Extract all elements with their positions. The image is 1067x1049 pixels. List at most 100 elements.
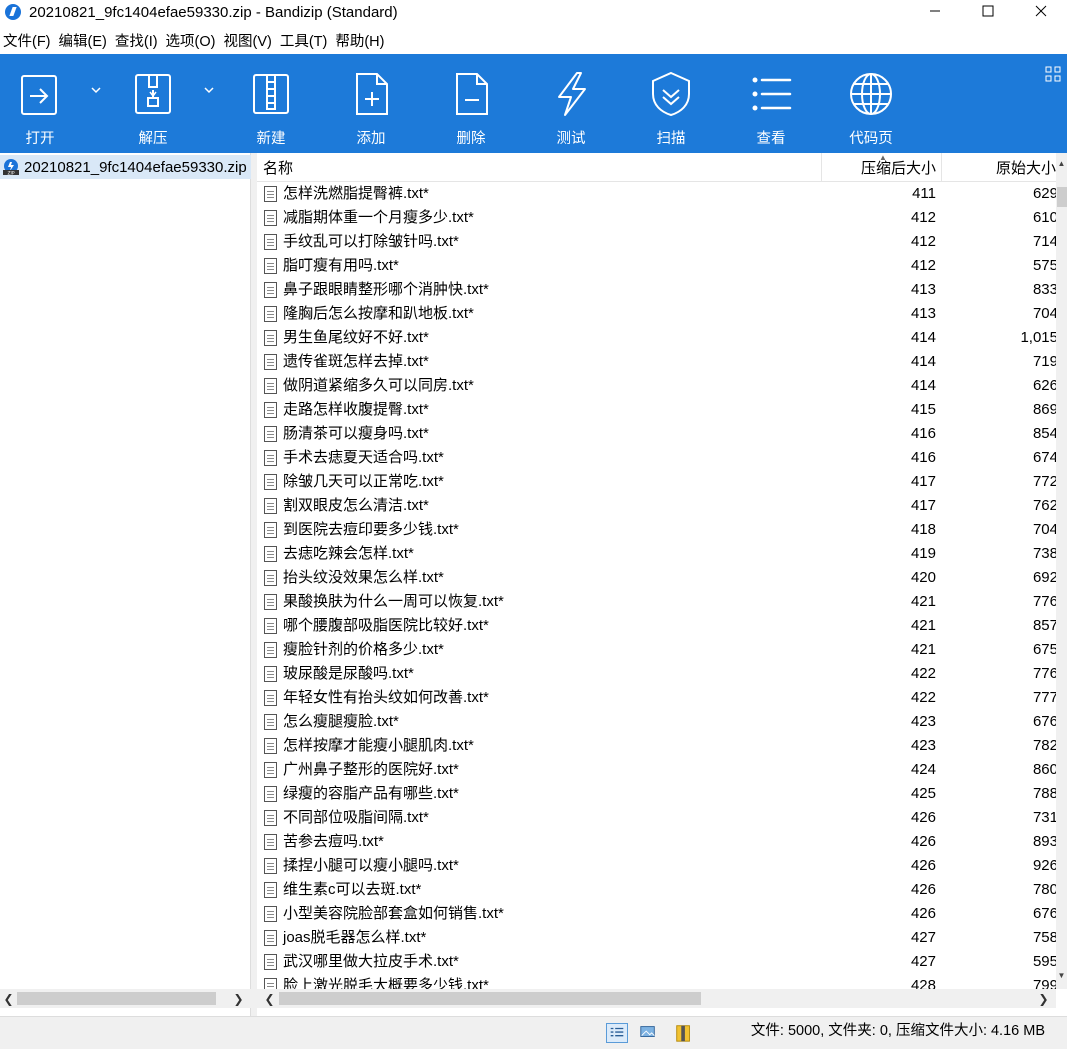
table-row[interactable]: 绿瘦的容脂产品有哪些.txt* 425 788 [257, 782, 1056, 806]
table-row[interactable]: 割双眼皮怎么清洁.txt* 417 762 [257, 494, 1056, 518]
table-row[interactable]: 手纹乱可以打除皱针吗.txt* 412 714 [257, 230, 1056, 254]
extract-button[interactable]: 解压 [108, 54, 198, 153]
column-separator[interactable] [941, 153, 942, 182]
original-size: 772 [1032, 473, 1056, 490]
menu-help[interactable]: 帮助(H) [332, 30, 387, 51]
table-row[interactable]: 瘦脸针剂的价格多少.txt* 421 675 [257, 638, 1056, 662]
scroll-left-arrow-icon[interactable]: ❮ [261, 989, 278, 1008]
column-header-compressed-size[interactable]: 压缩后大小 [861, 153, 936, 182]
table-row[interactable]: 做阴道紧缩多久可以同房.txt* 414 626 [257, 374, 1056, 398]
minimize-button[interactable] [908, 0, 961, 22]
scroll-right-arrow-icon[interactable]: ❯ [1035, 989, 1052, 1008]
original-size: 799 [1032, 977, 1056, 989]
zip-archive-icon: ZIP [3, 159, 19, 176]
table-row[interactable]: 肠清茶可以瘦身吗.txt* 416 854 [257, 422, 1056, 446]
table-row[interactable]: 苦参去痘吗.txt* 426 893 [257, 830, 1056, 854]
table-row[interactable]: 玻尿酸是尿酸吗.txt* 422 776 [257, 662, 1056, 686]
text-file-icon [264, 834, 277, 850]
table-row[interactable]: 不同部位吸脂间隔.txt* 426 731 [257, 806, 1056, 830]
archive-info-icon[interactable] [674, 1023, 696, 1043]
compressed-size: 417 [910, 497, 936, 514]
layout-grid-icon[interactable] [1045, 66, 1061, 82]
original-size: 780 [1032, 881, 1056, 898]
table-row[interactable]: 果酸换肤为什么一周可以恢复.txt* 421 776 [257, 590, 1056, 614]
menu-file[interactable]: 文件(F) [0, 30, 54, 51]
scroll-left-arrow-icon[interactable]: ❮ [0, 989, 17, 1008]
menu-edit[interactable]: 编辑(E) [56, 30, 110, 51]
table-row[interactable]: 减脂期体重一个月瘦多少.txt* 412 610 [257, 206, 1056, 230]
table-row[interactable]: 揉捏小腿可以瘦小腿吗.txt* 426 926 [257, 854, 1056, 878]
scroll-thumb[interactable] [17, 992, 216, 1005]
text-file-icon [264, 306, 277, 322]
codepage-button[interactable]: 代码页 [826, 54, 916, 153]
list-vertical-scrollbar[interactable]: ▲ ▼ [1056, 153, 1067, 989]
column-separator[interactable] [821, 153, 822, 182]
tree-horizontal-scrollbar[interactable]: ❮ ❯ [0, 989, 251, 1008]
menu-options[interactable]: 选项(O) [163, 30, 219, 51]
scroll-thumb[interactable] [1057, 187, 1067, 207]
table-row[interactable]: 年轻女性有抬头纹如何改善.txt* 422 777 [257, 686, 1056, 710]
menu-find[interactable]: 查找(I) [112, 30, 161, 51]
compressed-size: 413 [910, 305, 936, 322]
scroll-up-arrow-icon[interactable]: ▲ [1056, 159, 1067, 173]
file-name: 隆胸后怎么按摩和趴地板.txt* [283, 305, 474, 322]
add-button[interactable]: 添加 [326, 54, 416, 153]
menu-view[interactable]: 视图(V) [220, 30, 274, 51]
text-file-icon [264, 474, 277, 490]
table-row[interactable]: 去痣吃辣会怎样.txt* 419 738 [257, 542, 1056, 566]
table-row[interactable]: 走路怎样收腹提臀.txt* 415 869 [257, 398, 1056, 422]
list-horizontal-scrollbar[interactable]: ❮ ❯ [257, 989, 1056, 1008]
tree-item-archive-root[interactable]: ZIP 20210821_9fc1404efae59330.zip [0, 155, 251, 179]
table-row[interactable]: 隆胸后怎么按摩和趴地板.txt* 413 704 [257, 302, 1056, 326]
scan-button[interactable]: 扫描 [626, 54, 716, 153]
table-row[interactable]: 手术去痣夏天适合吗.txt* 416 674 [257, 446, 1056, 470]
table-row[interactable]: 除皱几天可以正常吃.txt* 417 772 [257, 470, 1056, 494]
table-row[interactable]: 维生素c可以去斑.txt* 426 780 [257, 878, 1056, 902]
close-icon [1035, 5, 1046, 17]
column-header-name[interactable]: 名称 [263, 153, 293, 182]
thumbnail-view-icon[interactable] [638, 1023, 660, 1043]
new-button[interactable]: 新建 [226, 54, 316, 153]
folder-tree-pane: ZIP 20210821_9fc1404efae59330.zip ❮ ❯ [0, 153, 251, 1016]
table-row[interactable]: joas脱毛器怎么样.txt* 427 758 [257, 926, 1056, 950]
menu-tools[interactable]: 工具(T) [277, 30, 331, 51]
table-row[interactable]: 男生鱼尾纹好不好.txt* 414 1,015 [257, 326, 1056, 350]
open-button[interactable]: 打开 [0, 54, 85, 153]
file-name: 手纹乱可以打除皱针吗.txt* [283, 233, 459, 250]
file-name: 做阴道紧缩多久可以同房.txt* [283, 377, 474, 394]
test-button[interactable]: 测试 [526, 54, 616, 153]
file-name: 苦参去痘吗.txt* [283, 833, 384, 850]
table-row[interactable]: 广州鼻子整形的医院好.txt* 424 860 [257, 758, 1056, 782]
table-row[interactable]: 武汉哪里做大拉皮手术.txt* 427 595 [257, 950, 1056, 974]
scroll-right-arrow-icon[interactable]: ❯ [230, 989, 247, 1008]
file-name: 维生素c可以去斑.txt* [283, 881, 422, 898]
table-row[interactable]: 脂叮瘦有用吗.txt* 412 575 [257, 254, 1056, 278]
table-row[interactable]: 抬头纹没效果怎么样.txt* 420 692 [257, 566, 1056, 590]
table-row[interactable]: 怎样按摩才能瘦小腿肌肉.txt* 423 782 [257, 734, 1056, 758]
table-row[interactable]: 脸上激光脱毛大概要多少钱.txt* 428 799 [257, 974, 1056, 989]
compressed-size: 412 [910, 257, 936, 274]
close-button[interactable] [1014, 0, 1067, 22]
file-name: 不同部位吸脂间隔.txt* [283, 809, 429, 826]
table-row[interactable]: 鼻子跟眼睛整形哪个消肿快.txt* 413 833 [257, 278, 1056, 302]
delete-button[interactable]: 删除 [426, 54, 516, 153]
scroll-down-arrow-icon[interactable]: ▼ [1056, 971, 1067, 985]
table-row[interactable]: 遗传雀斑怎样去掉.txt* 414 719 [257, 350, 1056, 374]
details-view-icon[interactable] [606, 1023, 628, 1043]
column-header-original-size[interactable]: 原始大小 [996, 153, 1056, 182]
original-size: 731 [1032, 809, 1056, 826]
list-view-icon [747, 70, 795, 118]
original-size: 626 [1032, 377, 1056, 394]
file-name: 小型美容院脸部套盒如何销售.txt* [283, 905, 504, 922]
extract-dropdown[interactable] [201, 86, 217, 102]
table-row[interactable]: 怎么瘦腿瘦脸.txt* 423 676 [257, 710, 1056, 734]
table-row[interactable]: 怎样洗燃脂提臀裤.txt* 411 629 [257, 182, 1056, 206]
table-row[interactable]: 哪个腰腹部吸脂医院比较好.txt* 421 857 [257, 614, 1056, 638]
table-row[interactable]: 到医院去痘印要多少钱.txt* 418 704 [257, 518, 1056, 542]
maximize-button[interactable] [961, 0, 1014, 22]
scroll-thumb[interactable] [279, 992, 701, 1005]
table-row[interactable]: 小型美容院脸部套盒如何销售.txt* 426 676 [257, 902, 1056, 926]
view-button[interactable]: 查看 [726, 54, 816, 153]
original-size: 575 [1032, 257, 1056, 274]
open-dropdown[interactable] [88, 86, 104, 102]
